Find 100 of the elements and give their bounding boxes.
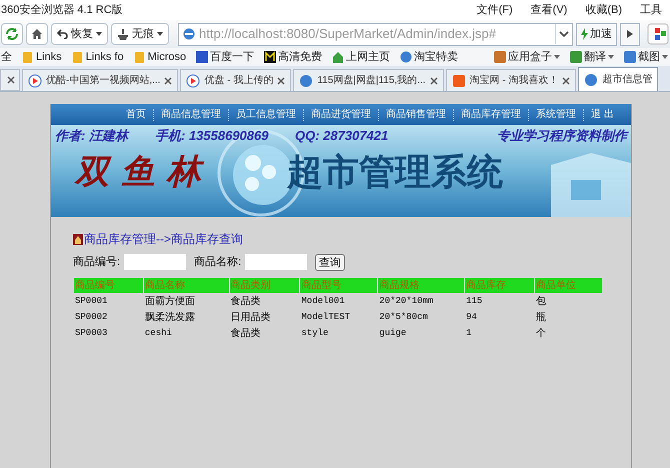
- table-cell-text: ceshi: [144, 326, 173, 340]
- phone-text: 手机: 13558690869: [155, 127, 270, 146]
- nav-link[interactable]: 系统管理: [528, 108, 584, 120]
- refresh-icon: [5, 27, 19, 41]
- close-icon: [562, 76, 570, 84]
- nav-link[interactable]: 商品销售管理: [378, 108, 454, 120]
- undo-icon: [57, 29, 68, 39]
- slogan-text: 专业学习程序资料制作: [497, 127, 627, 146]
- toolbar-item[interactable]: 应用盒子: [494, 48, 560, 66]
- table-cell-text: ModelTEST: [300, 310, 351, 324]
- nav-link[interactable]: 退 出: [583, 108, 621, 120]
- table-cell-text: 1: [465, 326, 472, 340]
- field-label: 商品编号:: [73, 254, 120, 270]
- broom-icon: [117, 28, 129, 40]
- input-field[interactable]: [245, 254, 308, 270]
- author-text: 作者: 汪建林: [55, 127, 130, 146]
- square-icon: [570, 51, 582, 63]
- square-icon: [196, 50, 208, 64]
- caret-icon: [662, 55, 668, 59]
- search-button[interactable]: 查询: [315, 254, 346, 270]
- field-label: 商品名称:: [194, 254, 242, 270]
- square-icon: [494, 51, 506, 63]
- restore-button[interactable]: 恢复: [51, 23, 108, 45]
- table-cell-text: SP0003: [74, 326, 108, 340]
- bookmark-item[interactable]: 上网主页: [332, 48, 390, 66]
- brand-title: 双 鱼 林: [75, 146, 215, 198]
- close-icon: [7, 76, 15, 84]
- page-icon: [182, 27, 196, 41]
- menu-item[interactable]: 工具: [640, 2, 662, 18]
- square-icon: [624, 51, 636, 63]
- caret-icon: [554, 55, 560, 59]
- table-cell-text: 94: [465, 310, 478, 324]
- bookmark-item[interactable]: Links fo: [72, 48, 124, 66]
- close-icon: [164, 76, 172, 84]
- apps-icon: [647, 23, 669, 45]
- table-cell-text: 食品类: [230, 326, 262, 341]
- browser-tab[interactable]: 115网盘|网盘|115,我的...: [293, 69, 444, 91]
- table-cell-text: style: [300, 326, 330, 340]
- browser-tab[interactable]: 优酷-中国第一视频网站,...: [22, 69, 178, 91]
- column-header: 商品规格: [378, 278, 464, 293]
- browser-tab[interactable]: 超市信息管: [578, 67, 658, 91]
- menu-item[interactable]: 文件(F): [476, 2, 513, 18]
- caret-icon: [96, 32, 102, 36]
- go-button[interactable]: [620, 22, 640, 46]
- tab-icon: [452, 74, 466, 88]
- speed-button[interactable]: 加速: [576, 22, 617, 46]
- table-cell-text: guige: [378, 326, 408, 340]
- folder-icon: [72, 50, 84, 64]
- toolbar-item[interactable]: 截图: [624, 48, 668, 66]
- close-icon: [277, 76, 286, 84]
- table-cell-text: 20*20*10mm: [378, 294, 434, 308]
- table-cell-text: SP0001: [74, 294, 108, 308]
- tab-icon: [584, 72, 598, 86]
- column-header: 商品库存: [465, 278, 534, 293]
- toolbar-item[interactable]: 翻译: [570, 48, 614, 66]
- nav-link[interactable]: 商品信息管理: [153, 108, 228, 120]
- tab-icon: [186, 74, 200, 88]
- bookmark-item[interactable]: 淘宝特卖: [400, 48, 458, 66]
- folder-icon: [134, 50, 146, 64]
- bookmark-item[interactable]: 高清免费: [264, 48, 322, 66]
- bookmark-item[interactable]: Links: [22, 48, 62, 66]
- nav-link[interactable]: 商品进货管理: [303, 108, 378, 120]
- table-cell-text: 瓶: [534, 311, 547, 325]
- home-button[interactable]: [26, 23, 48, 45]
- menu-item[interactable]: 收藏(B): [585, 2, 622, 18]
- column-header: 商品名称: [144, 278, 229, 293]
- browser-tab[interactable]: [0, 69, 20, 91]
- incognito-button[interactable]: 无痕: [111, 23, 169, 45]
- table-cell-text: 食品类: [230, 294, 262, 309]
- table-cell-text: 飘柔洗发露: [144, 310, 196, 325]
- globe-icon: [400, 50, 412, 64]
- tab-icon: [299, 74, 314, 88]
- menu-item[interactable]: 查看(V): [530, 2, 568, 18]
- nav-link[interactable]: 首页: [119, 108, 154, 120]
- lightning-icon: [581, 28, 588, 40]
- bookmark-item[interactable]: 全: [1, 48, 12, 66]
- close-icon: [430, 76, 438, 84]
- column-header: 商品单位: [534, 278, 602, 293]
- table-cell-text: 包: [534, 295, 547, 309]
- table-cell-text: 115: [465, 294, 484, 308]
- column-header: 商品型号: [300, 278, 378, 293]
- house-icon: [332, 50, 344, 64]
- nav-link[interactable]: 商品库存管理: [453, 108, 528, 120]
- input-field[interactable]: [124, 254, 186, 270]
- home-icon: [73, 234, 83, 244]
- column-header: 商品类别: [230, 278, 300, 293]
- table-cell-text: 个: [534, 327, 547, 341]
- window-title: 360安全浏览器 4.1 RC版: [1, 2, 123, 18]
- caret-icon: [608, 55, 614, 59]
- refresh-button[interactable]: [1, 23, 23, 45]
- table-cell-text: 20*5*80cm: [378, 310, 429, 324]
- browser-tab[interactable]: 优盘 - 我上传的: [180, 69, 292, 91]
- browser-tab[interactable]: 淘宝网 - 淘我喜欢！: [446, 69, 576, 91]
- table-cell-text: Model001: [300, 294, 346, 308]
- qq-text: QQ: 287307421: [295, 127, 390, 146]
- breadcrumb-text: 商品库存管理-->商品库存查询: [84, 231, 243, 248]
- nav-link[interactable]: 员工信息管理: [228, 108, 304, 120]
- table-cell-text: 日用品类: [230, 310, 272, 325]
- bookmark-item[interactable]: Microso: [134, 48, 186, 66]
- bookmark-item[interactable]: 百度一下: [196, 48, 254, 66]
